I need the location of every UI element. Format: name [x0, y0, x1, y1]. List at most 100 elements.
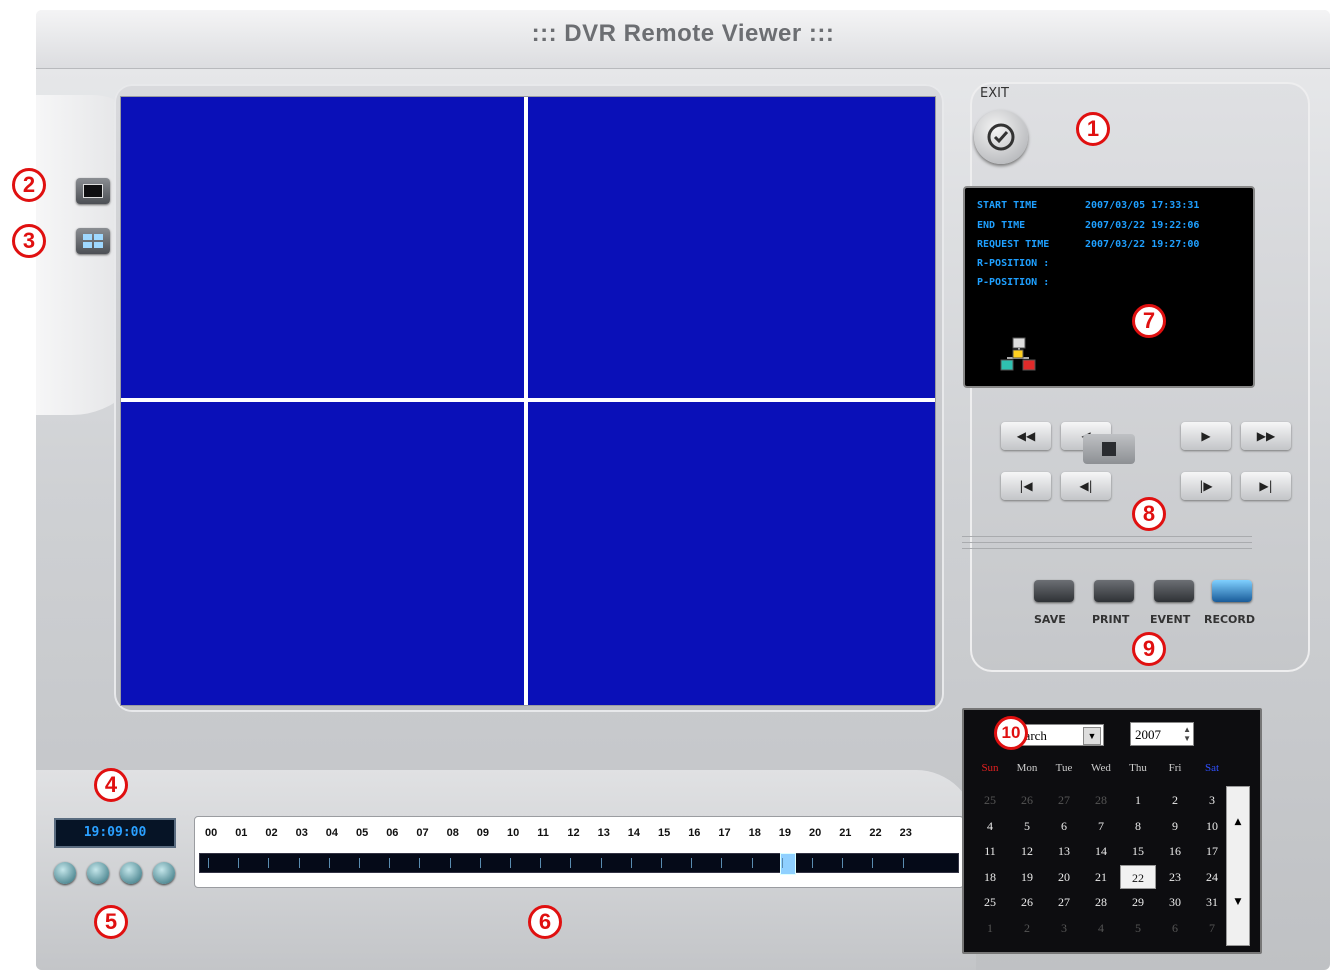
single-view-button[interactable]: [76, 178, 110, 204]
calendar-day[interactable]: 1: [972, 916, 1008, 940]
calendar-day[interactable]: 26: [1009, 788, 1045, 812]
hour-track[interactable]: [199, 853, 959, 875]
calendar-day[interactable]: 30: [1157, 890, 1193, 914]
video-channel-4[interactable]: [528, 402, 935, 705]
calendar-day[interactable]: 5: [1120, 916, 1156, 940]
calendar-day[interactable]: 12: [1009, 839, 1045, 863]
calendar-day[interactable]: 18: [972, 865, 1008, 889]
record-button[interactable]: [1212, 580, 1252, 602]
video-channel-1[interactable]: [121, 97, 524, 398]
start-time-label: START TIME: [977, 200, 1038, 211]
calendar-day[interactable]: 21: [1083, 865, 1119, 889]
calendar-day[interactable]: 28: [1083, 890, 1119, 914]
hour-label: 08: [446, 827, 459, 839]
hour-tick: [691, 858, 693, 868]
calendar-day[interactable]: 5: [1009, 814, 1045, 838]
video-display: [120, 96, 936, 706]
calendar-day[interactable]: 8: [1120, 814, 1156, 838]
start-time-value: 2007/03/05 17:33:31: [1085, 200, 1200, 211]
end-time-label: END TIME: [977, 220, 1026, 231]
scroll-up-icon[interactable]: ▲: [1227, 817, 1249, 827]
fast-forward-button[interactable]: ▶▶: [1241, 422, 1291, 450]
calendar-day[interactable]: 23: [1157, 865, 1193, 889]
hour-tick: [600, 858, 602, 868]
save-button[interactable]: [1034, 580, 1074, 602]
calendar-day[interactable]: 9: [1157, 814, 1193, 838]
hour-label: 23: [899, 827, 912, 839]
time-control-button-3[interactable]: [120, 862, 142, 884]
hour-tick: [570, 858, 572, 868]
step-forward-icon: |▶: [1199, 479, 1213, 493]
calendar-day[interactable]: 11: [972, 839, 1008, 863]
time-control-button-2[interactable]: [87, 862, 109, 884]
calendar-day[interactable]: 16: [1157, 839, 1193, 863]
quad-view-button[interactable]: [76, 228, 110, 254]
calendar-day[interactable]: 4: [1083, 916, 1119, 940]
event-button[interactable]: [1154, 580, 1194, 602]
calendar-scrollbar[interactable]: ▲ ▼: [1226, 786, 1250, 946]
callout-marker-1: 1: [1076, 112, 1110, 146]
hour-tick: [208, 858, 209, 868]
calendar-day[interactable]: 27: [1046, 788, 1082, 812]
time-control-button-4[interactable]: [153, 862, 175, 884]
hour-label: 12: [567, 827, 580, 839]
fast-rewind-button[interactable]: ◀◀: [1001, 422, 1051, 450]
exit-button[interactable]: [974, 110, 1028, 164]
calendar-day[interactable]: 13: [1046, 839, 1082, 863]
hour-tick: [419, 858, 421, 868]
step-forward-button[interactable]: |▶: [1181, 472, 1231, 500]
calendar-day[interactable]: 6: [1157, 916, 1193, 940]
step-back-button[interactable]: ◀|: [1061, 472, 1111, 500]
hour-label: 22: [869, 827, 882, 839]
hour-label: 03: [295, 827, 308, 839]
calendar-day[interactable]: 6: [1046, 814, 1082, 838]
calendar-day[interactable]: 14: [1083, 839, 1119, 863]
calendar-day[interactable]: 20: [1046, 865, 1082, 889]
calendar-day[interactable]: 26: [1009, 890, 1045, 914]
fast-rewind-icon: ◀◀: [1016, 429, 1036, 443]
calendar-day[interactable]: 2: [1009, 916, 1045, 940]
calendar-day[interactable]: 7: [1083, 814, 1119, 838]
callout-marker-9: 9: [1132, 632, 1166, 666]
divider: [962, 542, 1252, 543]
save-label: SAVE: [1034, 613, 1066, 626]
fast-forward-icon: ▶▶: [1256, 429, 1276, 443]
play-button[interactable]: ▶: [1181, 422, 1231, 450]
window-title: ::: DVR Remote Viewer :::: [531, 20, 835, 47]
calendar-day[interactable]: 15: [1120, 839, 1156, 863]
calendar-day[interactable]: 3: [1194, 788, 1230, 812]
calendar-day[interactable]: 28: [1083, 788, 1119, 812]
calendar-day[interactable]: 27: [1046, 890, 1082, 914]
calendar-day[interactable]: 24: [1194, 865, 1230, 889]
calendar-day[interactable]: 7: [1194, 916, 1230, 940]
stop-button[interactable]: [1083, 434, 1135, 464]
divider: [962, 548, 1252, 549]
time-control-button-1[interactable]: [54, 862, 76, 884]
calendar-day[interactable]: 17: [1194, 839, 1230, 863]
status-info-screen: START TIME 2007/03/05 17:33:31 END TIME …: [963, 186, 1255, 388]
calendar-day[interactable]: 4: [972, 814, 1008, 838]
calendar-day[interactable]: 3: [1046, 916, 1082, 940]
calendar-day[interactable]: 2: [1157, 788, 1193, 812]
skip-to-start-button[interactable]: |◀: [1001, 472, 1051, 500]
print-button[interactable]: [1094, 580, 1134, 602]
calendar-day-header: Wed: [1091, 762, 1111, 774]
calendar-day[interactable]: 10: [1194, 814, 1230, 838]
video-channel-2[interactable]: [528, 97, 935, 398]
scroll-down-icon[interactable]: ▼: [1227, 897, 1249, 907]
calendar-day[interactable]: 22: [1120, 864, 1156, 889]
calendar-day[interactable]: 19: [1009, 865, 1045, 889]
calendar-day[interactable]: 29: [1120, 890, 1156, 914]
hour-tick: [751, 858, 753, 868]
calendar-day[interactable]: 1: [1120, 788, 1156, 812]
video-channel-3[interactable]: [121, 402, 524, 705]
calendar-day[interactable]: 25: [972, 788, 1008, 812]
skip-to-end-button[interactable]: ▶|: [1241, 472, 1291, 500]
calendar-day[interactable]: 25: [972, 890, 1008, 914]
hour-tick: [479, 858, 481, 868]
year-stepper[interactable]: 2007 ▲ ▼: [1130, 722, 1194, 746]
hour-tick: [238, 858, 240, 868]
exit-icon: [987, 123, 1015, 151]
hour-tick: [902, 858, 904, 868]
calendar-day[interactable]: 31: [1194, 890, 1230, 914]
